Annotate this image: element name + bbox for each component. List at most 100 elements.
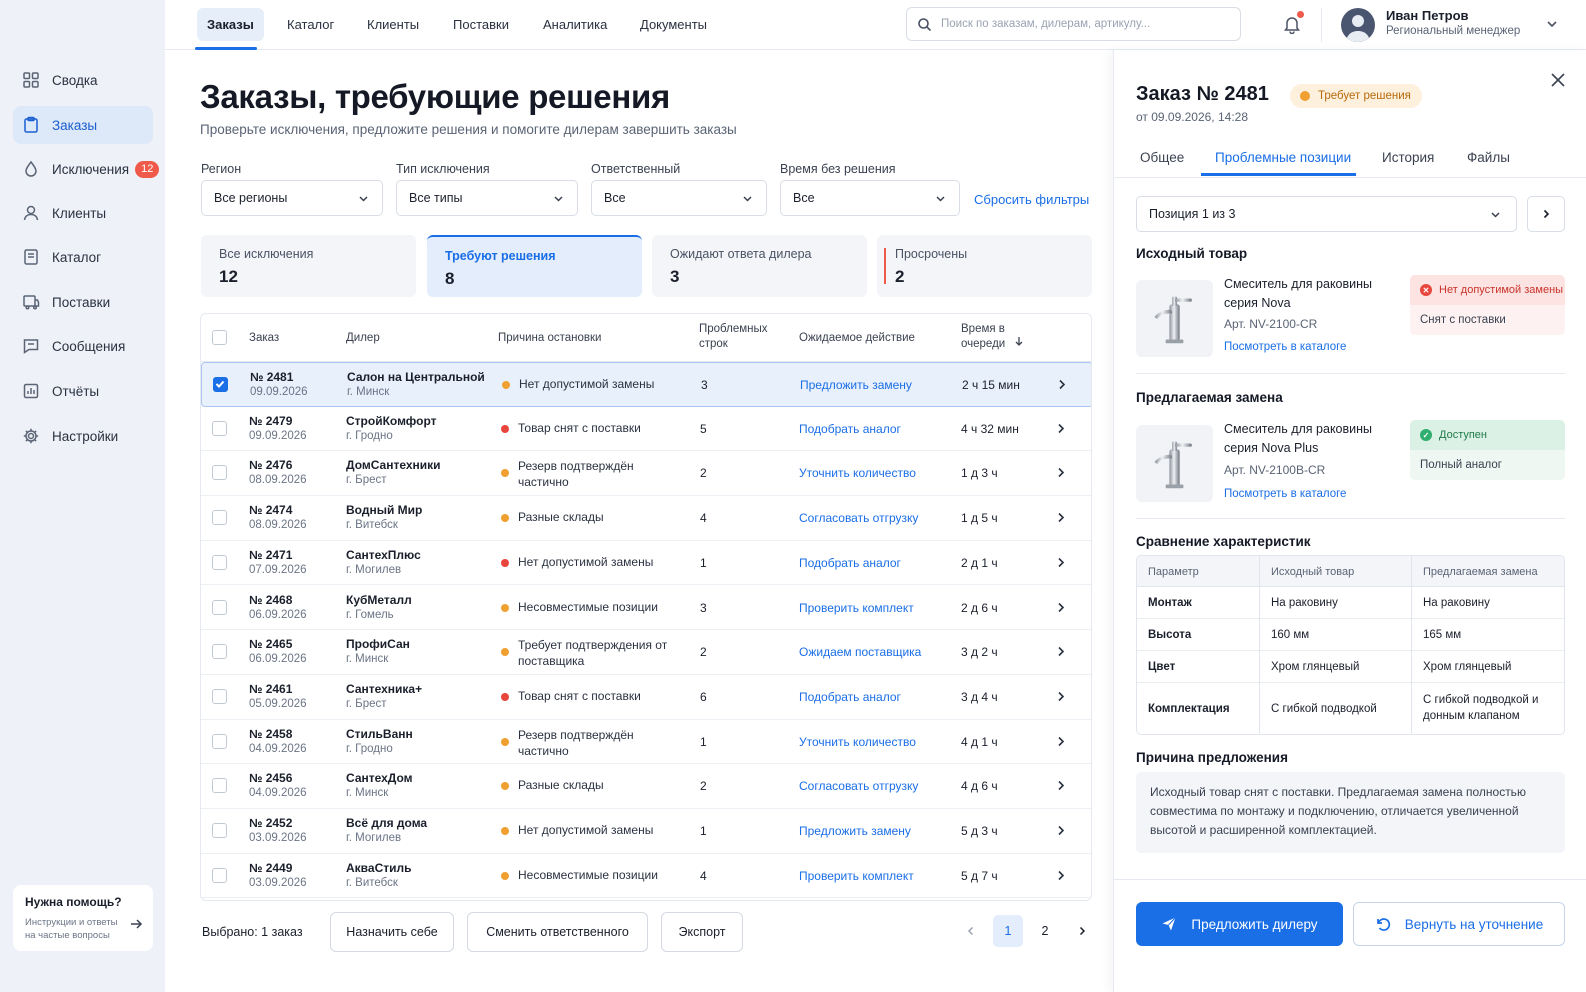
expected-action-link[interactable]: Проверить комплект [799, 601, 914, 615]
row-checkbox[interactable] [213, 377, 228, 392]
chevron-right-icon[interactable] [1055, 378, 1068, 391]
sidebar-item-settings[interactable]: Настройки [13, 417, 153, 455]
replacement-catalog-link[interactable]: Посмотреть в каталоге [1224, 488, 1346, 500]
chevron-right-icon[interactable] [1054, 556, 1067, 569]
table-row[interactable]: № 2456 04.09.2026 СантехДом г. Минск Разные … [201, 764, 1091, 809]
page-2-button[interactable]: 2 [1030, 915, 1060, 947]
tab-problem-items[interactable]: Проблемные позиции [1215, 150, 1351, 165]
order-number[interactable]: № 2465 [249, 637, 292, 651]
order-number[interactable]: № 2474 [249, 503, 292, 517]
order-number[interactable]: № 2479 [249, 414, 292, 428]
order-number[interactable]: № 2481 [250, 370, 293, 384]
chevron-right-icon[interactable] [1054, 645, 1067, 658]
expected-action-link[interactable]: Предложить замену [799, 824, 911, 838]
chevron-right-icon[interactable] [1054, 466, 1067, 479]
assign-to-me-button[interactable]: Назначить себе [330, 912, 454, 952]
table-row[interactable]: № 2458 04.09.2026 СтильВанн г. Гродно Резерв… [201, 720, 1091, 765]
assignee-select[interactable]: Все [591, 180, 767, 216]
row-checkbox[interactable] [212, 465, 227, 481]
source-catalog-link[interactable]: Посмотреть в каталоге [1224, 341, 1346, 353]
expected-action-link[interactable]: Подобрать аналог [799, 690, 901, 704]
select-all-checkbox[interactable] [212, 330, 227, 345]
sidebar-item-messages[interactable]: Сообщения [13, 327, 153, 365]
row-checkbox[interactable] [212, 688, 227, 704]
tab-orders[interactable]: Заказы [197, 8, 264, 41]
chevron-right-icon[interactable] [1054, 869, 1067, 882]
order-number[interactable]: № 2456 [249, 771, 292, 785]
tab-catalog[interactable]: Каталог [277, 8, 344, 41]
row-checkbox[interactable] [212, 554, 227, 570]
table-row[interactable]: № 2481 09.09.2026 Салон на Центральной г. М… [201, 362, 1091, 407]
row-checkbox[interactable] [212, 644, 227, 660]
chevron-right-icon[interactable] [1054, 601, 1067, 614]
sidebar-item-catalog[interactable]: Каталог [13, 238, 153, 276]
tab-clients[interactable]: Клиенты [357, 8, 429, 41]
tab-documents[interactable]: Документы [630, 8, 717, 41]
next-page-button[interactable] [1067, 915, 1097, 947]
position-select[interactable]: Позиция 1 из 3 [1136, 196, 1517, 232]
search-input[interactable]: Поиск по заказам, дилерам, артикулу... [906, 7, 1241, 41]
tab-analytics[interactable]: Аналитика [533, 8, 617, 41]
sidebar-item-orders[interactable]: Заказы [13, 106, 153, 144]
tab-deliveries[interactable]: Поставки [443, 8, 519, 41]
table-row[interactable]: № 2465 06.09.2026 ПрофиСан г. Минск Требует … [201, 630, 1091, 675]
page-1-button[interactable]: 1 [993, 915, 1023, 947]
sidebar-item-reports[interactable]: Отчёты [13, 372, 153, 410]
order-number[interactable]: № 2468 [249, 593, 292, 607]
chevron-right-icon[interactable] [1054, 824, 1067, 837]
sort-down-icon[interactable] [1014, 336, 1024, 346]
order-number[interactable]: № 2452 [249, 816, 292, 830]
row-checkbox[interactable] [212, 823, 227, 838]
next-position-button[interactable] [1527, 196, 1565, 232]
chevron-right-icon[interactable] [1054, 422, 1067, 435]
expected-action-link[interactable]: Ожидаем поставщика [799, 645, 921, 659]
user-name[interactable]: Иван Петров [1386, 8, 1469, 23]
expected-action-link[interactable]: Уточнить количество [799, 735, 916, 749]
sidebar-item-exceptions[interactable]: Исключения 12 [13, 150, 160, 188]
chevron-right-icon[interactable] [1054, 735, 1067, 748]
header-queue-time[interactable]: Время в очереди [961, 322, 1021, 352]
close-icon[interactable] [1550, 72, 1566, 88]
chevron-right-icon[interactable] [1054, 690, 1067, 703]
sidebar-item-summary[interactable]: Сводка [13, 61, 153, 99]
sidebar-item-clients[interactable]: Клиенты [13, 194, 153, 232]
stat-awaiting-dealer[interactable]: Ожидают ответа дилера 3 [652, 235, 867, 297]
stat-overdue[interactable]: Просрочены 2 [877, 235, 1092, 297]
tab-history[interactable]: История [1382, 150, 1434, 165]
table-row[interactable]: № 2452 03.09.2026 Всё для дома г. Могилев Не… [201, 809, 1091, 854]
expected-action-link[interactable]: Предложить замену [800, 378, 912, 392]
propose-to-dealer-button[interactable]: Предложить дилеру [1136, 902, 1343, 946]
export-button[interactable]: Экспорт [661, 912, 743, 952]
tab-general[interactable]: Общее [1140, 150, 1184, 165]
order-number[interactable]: № 2449 [249, 861, 292, 875]
tab-files[interactable]: Файлы [1467, 150, 1510, 165]
avatar[interactable] [1341, 8, 1375, 42]
row-checkbox[interactable] [212, 599, 227, 615]
expected-action-link[interactable]: Согласовать отгрузку [799, 511, 918, 525]
order-number[interactable]: № 2461 [249, 682, 292, 696]
row-checkbox[interactable] [212, 867, 227, 883]
stat-need-decision[interactable]: Требуют решения 8 [427, 235, 642, 297]
reset-filters-link[interactable]: Сбросить фильтры [974, 192, 1089, 207]
table-row[interactable]: № 2449 03.09.2026 АкваСтиль г. Витебск Несов… [201, 854, 1091, 899]
stat-all-exceptions[interactable]: Все исключения 12 [201, 235, 416, 297]
order-number[interactable]: № 2458 [249, 727, 292, 741]
table-row[interactable]: № 2479 09.09.2026 СтройКомфорт г. Гродно Тов… [201, 407, 1091, 452]
prev-page-button[interactable] [956, 915, 986, 947]
row-checkbox[interactable] [212, 420, 227, 436]
sidebar-item-deliveries[interactable]: Поставки [13, 283, 153, 321]
exception-type-select[interactable]: Все типы [396, 180, 578, 216]
time-unresolved-select[interactable]: Все [780, 180, 960, 216]
row-checkbox[interactable] [212, 510, 227, 526]
return-for-clarification-button[interactable]: Вернуть на уточнение [1353, 902, 1565, 946]
order-number[interactable]: № 2476 [249, 458, 292, 472]
chevron-right-icon[interactable] [1054, 779, 1067, 792]
chevron-right-icon[interactable] [1054, 511, 1067, 524]
row-checkbox[interactable] [212, 778, 227, 794]
region-select[interactable]: Все регионы [201, 180, 383, 216]
table-row[interactable]: № 2471 07.09.2026 СантехПлюс г. Могилев Нет … [201, 541, 1091, 586]
expected-action-link[interactable]: Проверить комплект [799, 869, 914, 883]
row-checkbox[interactable] [212, 733, 227, 749]
table-row[interactable]: № 2476 08.09.2026 ДомСантехники г. Брест Рез… [201, 451, 1091, 497]
table-row[interactable]: № 2468 06.09.2026 КубМеталл г. Гомель Несовм… [201, 586, 1091, 631]
